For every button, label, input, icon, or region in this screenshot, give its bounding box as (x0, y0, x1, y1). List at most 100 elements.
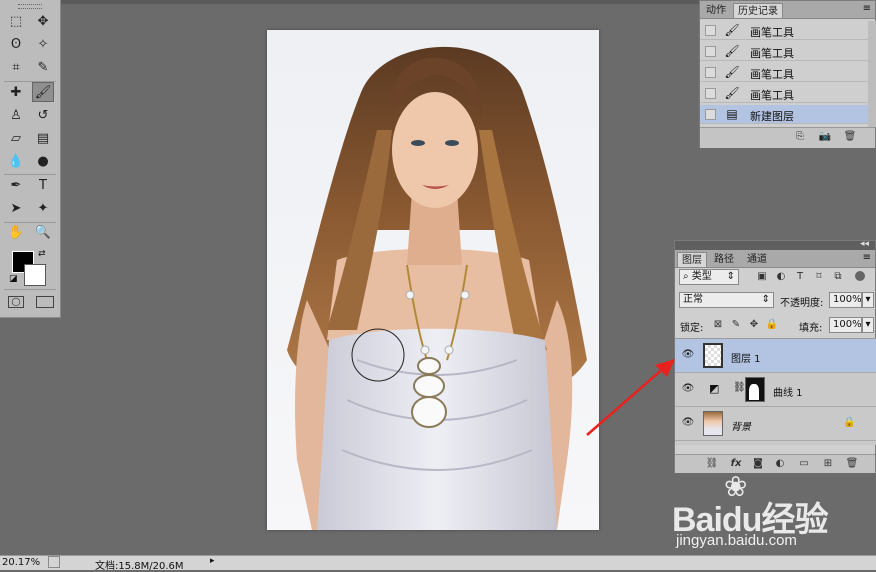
history-scrollbar[interactable] (868, 21, 876, 127)
curves-adjustment-icon: ◩ (709, 382, 720, 395)
delete-layer-icon[interactable]: 🗑 (845, 457, 859, 471)
opacity-input[interactable]: 100% (829, 292, 862, 308)
swap-colors-icon[interactable]: ⇄ (38, 249, 46, 259)
screen-mode-icon[interactable] (36, 296, 54, 308)
layer-name[interactable]: 背景 (731, 418, 751, 433)
tab-paths[interactable]: 路径 (710, 252, 738, 267)
new-group-icon[interactable]: ▭ (797, 457, 811, 471)
document-canvas[interactable] (267, 30, 599, 530)
gradient-tool-button[interactable]: ▤ (32, 128, 54, 148)
link-layers-icon[interactable]: ⛓ (705, 457, 719, 471)
lock-image-icon[interactable]: ✎ (729, 318, 743, 332)
zoom-level[interactable]: 20.17% (2, 557, 40, 568)
filter-type-icon[interactable]: T (793, 270, 807, 284)
pen-tool-icon: ✒ (10, 177, 22, 193)
history-state-row[interactable]: 🖌 画笔工具 (700, 21, 868, 40)
filter-pixel-icon[interactable]: ▣ (755, 270, 769, 284)
tab-history[interactable]: 历史记录 (733, 3, 783, 18)
panel-menu-icon[interactable]: ≡ (863, 3, 871, 14)
tab-layers[interactable]: 图层 (677, 252, 707, 267)
new-document-from-state-icon[interactable]: ⎘ (793, 130, 807, 144)
layer-mask-thumbnail[interactable] (745, 377, 765, 402)
blend-mode-select[interactable]: 正常 ⇕ (679, 292, 774, 308)
new-adjustment-icon[interactable]: ◐ (773, 457, 787, 471)
visibility-eye-icon[interactable]: 👁 (681, 417, 695, 429)
layer-name[interactable]: 曲线 1 (773, 384, 803, 399)
eyedropper-tool-button[interactable]: ✎ (32, 57, 54, 77)
move-tool-button[interactable]: ✥ (32, 11, 54, 31)
history-state-row[interactable]: 🖌 画笔工具 (700, 84, 868, 103)
history-source-checkbox[interactable] (705, 46, 716, 57)
history-source-checkbox[interactable] (705, 88, 716, 99)
default-colors-icon[interactable]: ◪ (9, 274, 18, 284)
opacity-dropdown[interactable]: ▾ (862, 292, 874, 308)
panel-collapse-bar[interactable]: ◂◂ (675, 239, 875, 250)
filter-toggle[interactable] (855, 271, 865, 281)
paw-logo-icon: ❀ (724, 470, 748, 503)
delete-icon[interactable]: 🗑 (843, 130, 857, 144)
watermark-url: jingyan.baidu.com (676, 532, 797, 549)
snapshot-icon[interactable]: 📷 (818, 130, 832, 144)
layer-row[interactable]: 👁 图层 1 (675, 339, 876, 373)
path-selection-tool-button[interactable]: ➤ (5, 198, 27, 218)
toolbox-divider (4, 222, 56, 223)
new-layer-icon[interactable]: ⊞ (821, 457, 835, 471)
history-brush-tool-button[interactable]: ↺ (32, 105, 54, 125)
lock-position-icon[interactable]: ✥ (747, 318, 761, 332)
visibility-eye-icon[interactable]: 👁 (681, 349, 695, 361)
lock-all-icon[interactable]: 🔒 (765, 318, 779, 332)
tab-channels[interactable]: 通道 (743, 252, 771, 267)
filter-shape-icon[interactable]: ⌑ (812, 270, 826, 284)
marquee-tool-button[interactable]: ⬚ (5, 11, 27, 31)
history-source-checkbox[interactable] (705, 67, 716, 78)
filter-adjustment-icon[interactable]: ◐ (774, 270, 788, 284)
filter-smart-object-icon[interactable]: ⧉ (831, 270, 845, 284)
chain-link-icon[interactable]: ⛓ (733, 382, 746, 393)
healing-brush-tool-button[interactable]: ✚ (5, 82, 27, 102)
chevron-icon: ⇕ (761, 294, 770, 305)
dodge-tool-button[interactable]: ● (32, 151, 54, 171)
history-state-row[interactable]: 🖌 画笔工具 (700, 42, 868, 61)
add-mask-icon[interactable]: ◙ (751, 457, 765, 471)
magic-wand-tool-button[interactable]: ✧ (32, 34, 54, 54)
history-state-row[interactable]: 🖌 画笔工具 (700, 63, 868, 82)
blend-mode-value: 正常 (683, 294, 703, 305)
type-tool-button[interactable]: T (32, 175, 54, 195)
dodge-tool-icon: ● (37, 153, 49, 169)
history-footer: ⎘ 📷 🗑 (700, 127, 875, 148)
toolbox-grip[interactable] (18, 4, 42, 9)
fill-input[interactable]: 100% (829, 317, 862, 333)
visibility-eye-icon[interactable]: 👁 (681, 383, 695, 395)
layer-row[interactable]: 👁 ◩ ⛓ 曲线 1 (675, 373, 876, 407)
collapse-icon[interactable]: ◂◂ (860, 239, 869, 249)
status-icon[interactable] (48, 556, 60, 568)
lock-transparent-icon[interactable]: ⊠ (711, 318, 725, 332)
blur-tool-button[interactable]: 💧 (5, 151, 27, 171)
tab-actions[interactable]: 动作 (702, 3, 730, 18)
history-source-checkbox[interactable] (705, 25, 716, 36)
history-tab-row: 动作 历史记录 ≡ (700, 1, 875, 19)
quick-mask-icon[interactable]: ◯ (8, 296, 24, 308)
background-color-swatch[interactable] (24, 264, 46, 286)
hand-tool-button[interactable]: ✋ (5, 222, 27, 242)
history-state-label: 画笔工具 (750, 26, 794, 39)
status-menu-arrow-icon[interactable]: ▸ (210, 556, 215, 566)
new-layer-icon: ▤ (726, 107, 738, 121)
layer-row[interactable]: 👁 背景 🔒 (675, 407, 876, 441)
layer-name[interactable]: 图层 1 (731, 350, 761, 365)
brush-tool-button[interactable]: 🖌 (32, 82, 54, 102)
pen-tool-button[interactable]: ✒ (5, 175, 27, 195)
history-state-row[interactable]: ▤ 新建图层 (700, 105, 868, 124)
eraser-tool-button[interactable]: ▱ (5, 128, 27, 148)
fx-icon[interactable]: fx (729, 457, 743, 471)
fill-dropdown[interactable]: ▾ (862, 317, 874, 333)
panel-menu-icon[interactable]: ≡ (863, 252, 871, 263)
history-source-checkbox[interactable] (705, 109, 716, 120)
zoom-tool-button[interactable]: 🔍 (32, 222, 54, 242)
clone-stamp-tool-button[interactable]: ♙ (5, 105, 27, 125)
eyedropper-tool-icon: ✎ (37, 59, 49, 75)
shape-tool-button[interactable]: ✦ (32, 198, 54, 218)
layer-filter-select[interactable]: ⌕ 类型 ⇕ (679, 269, 739, 285)
lasso-tool-button[interactable]: ʘ (5, 34, 27, 54)
crop-tool-button[interactable]: ⌗ (5, 57, 27, 77)
